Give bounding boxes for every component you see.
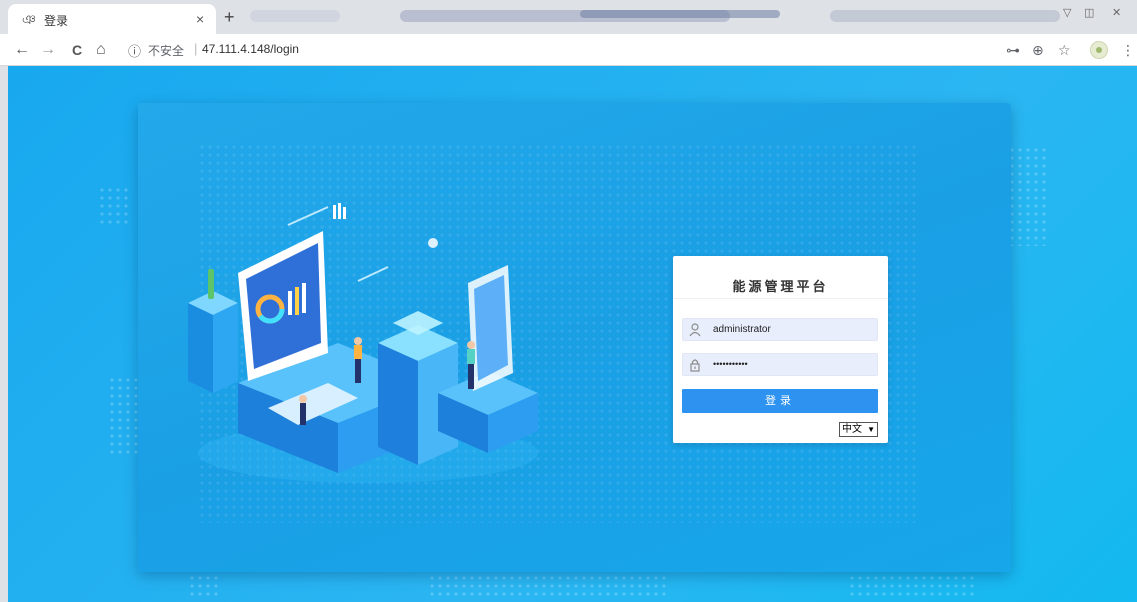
security-label: 不安全 xyxy=(148,44,185,58)
page-background: 能源管理平台 ••••••••••• 登录 中文 ▼ xyxy=(8,66,1137,602)
username-input[interactable] xyxy=(713,319,873,340)
url-text[interactable]: 47.111.4.148/login xyxy=(202,42,299,56)
avatar[interactable] xyxy=(1090,41,1108,59)
lock-icon xyxy=(689,358,701,372)
zoom-icon[interactable]: ⊕ xyxy=(1032,42,1044,58)
home-icon[interactable]: ⌂ xyxy=(96,41,106,59)
dropdown-arrow-icon: ▼ xyxy=(867,425,875,434)
language-select[interactable]: 中文 ▼ xyxy=(839,422,878,437)
forward-icon[interactable]: → xyxy=(40,41,56,59)
map-dots xyxy=(1008,146,1048,246)
browser-tabbar: ঞ 登录 × + ▽ ◫ ✕ xyxy=(0,0,1137,34)
restore-icon[interactable]: ◫ xyxy=(1084,6,1094,19)
map-dots xyxy=(108,376,138,456)
dashboard-illustration xyxy=(188,203,538,483)
password-input[interactable]: ••••••••••• xyxy=(713,354,873,375)
omnibox[interactable]: ⓘ 不安全 | 47.111.4.148/login xyxy=(128,39,1008,61)
url-separator: | xyxy=(194,41,198,56)
username-field[interactable] xyxy=(682,318,878,341)
platform-title: 能源管理平台 xyxy=(732,279,829,294)
blurred-tabs xyxy=(250,10,1060,24)
user-icon xyxy=(689,323,701,337)
star-icon[interactable]: ☆ xyxy=(1058,42,1071,58)
new-tab-button[interactable]: + xyxy=(224,8,235,26)
language-value: 中文 xyxy=(842,424,862,435)
browser-tab[interactable]: ঞ 登录 × xyxy=(8,4,216,34)
address-bar: ← → C ⌂ ⓘ 不安全 | 47.111.4.148/login ⊶ ⊕ ☆… xyxy=(0,34,1137,66)
tab-title: 登录 xyxy=(44,14,69,28)
tab-close-icon[interactable]: × xyxy=(196,11,204,27)
minimize-icon[interactable]: ▽ xyxy=(1063,6,1071,19)
reload-icon[interactable]: C xyxy=(72,41,82,59)
info-icon[interactable]: ⓘ xyxy=(128,41,141,60)
close-window-icon[interactable]: ✕ xyxy=(1112,6,1121,19)
map-dots xyxy=(98,186,128,226)
menu-icon[interactable]: ⋮ xyxy=(1121,42,1135,58)
tab-favicon-icon: ঞ xyxy=(22,12,36,27)
back-icon[interactable]: ← xyxy=(14,41,30,59)
login-panel: 能源管理平台 ••••••••••• 登录 中文 ▼ xyxy=(138,103,1011,572)
login-card: 能源管理平台 ••••••••••• 登录 中文 ▼ xyxy=(673,256,888,443)
key-icon[interactable]: ⊶ xyxy=(1006,42,1020,58)
login-button[interactable]: 登录 xyxy=(682,389,878,413)
card-divider xyxy=(673,298,888,299)
password-field[interactable]: ••••••••••• xyxy=(682,353,878,376)
